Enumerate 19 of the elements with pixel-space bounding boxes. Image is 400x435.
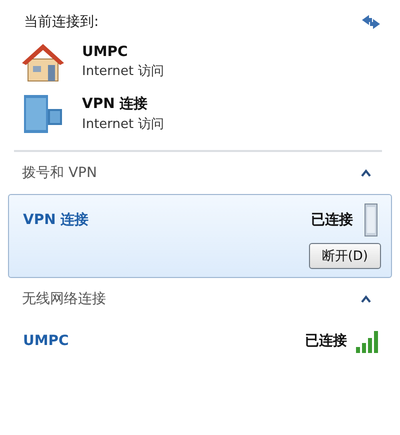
network-item[interactable]: UMPC 已连接 [8,320,392,362]
section-title: 拨号和 VPN [22,164,97,182]
network-name: VPN 连接 [23,211,90,229]
network-item[interactable]: VPN 连接 已连接 断开(D) [8,194,392,278]
header-title: 当前连接到: [24,13,99,31]
signal-icon [355,329,381,353]
chevron-icon[interactable] [360,169,372,177]
house-icon [20,41,66,83]
refresh-icon[interactable] [360,13,382,31]
connection-name: VPN 连接 [82,95,149,113]
network-name: UMPC [23,333,70,349]
connection-status: 已连接 [311,211,353,229]
section-title: 无线网络连接 [22,290,106,308]
chevron-icon[interactable] [360,295,372,303]
connection-name: UMPC [82,44,129,60]
connection-status: 已连接 [305,332,347,350]
access-status: Internet 访问 [82,116,164,133]
access-status: Internet 访问 [82,63,164,80]
disconnect-button[interactable]: 断开(D) [308,243,381,269]
